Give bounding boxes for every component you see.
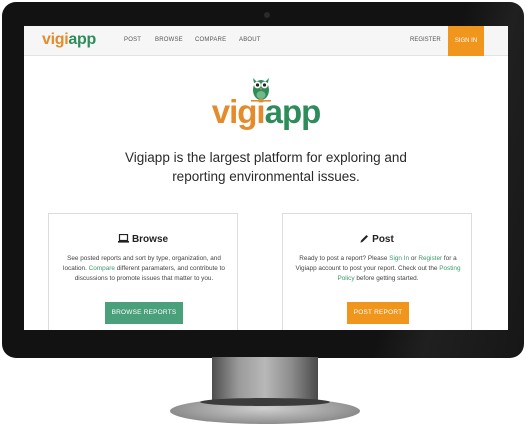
nav-logo[interactable]: vigiapp — [42, 31, 96, 49]
post-title-text: Post — [372, 234, 394, 245]
post-text-b: or — [409, 255, 419, 262]
nav-link-compare[interactable]: COMPARE — [195, 37, 226, 43]
nav-logo-vigi: vigi — [42, 31, 69, 48]
webcam-icon — [264, 12, 270, 18]
nav-logo-app: app — [68, 31, 96, 48]
post-card-title: Post — [283, 234, 471, 245]
browse-card: Browse See posted reports and sort by ty… — [48, 213, 238, 330]
compare-link[interactable]: Compare — [89, 265, 115, 272]
register-link[interactable]: REGISTER — [410, 37, 441, 43]
post-text-d: before getting started. — [354, 275, 419, 282]
navbar: vigiapp POST BROWSE COMPARE ABOUT REGIST… — [24, 26, 508, 56]
hero-logo: vigiapp — [202, 94, 330, 130]
pencil-icon — [360, 235, 369, 243]
monitor-stand-shadow — [200, 398, 330, 406]
hero-logo-vigi: vigi — [211, 93, 266, 130]
register-inline-link[interactable]: Register — [418, 255, 442, 262]
browse-description: See posted reports and sort by type, org… — [61, 254, 227, 284]
post-report-button[interactable]: POST REPORT — [347, 302, 409, 324]
tagline-line-1: Vigiapp is the largest platform for expl… — [125, 150, 407, 165]
screen: vigiapp POST BROWSE COMPARE ABOUT REGIST… — [24, 26, 508, 330]
monitor-frame: vigiapp POST BROWSE COMPARE ABOUT REGIST… — [2, 2, 524, 358]
stage: vigiapp POST BROWSE COMPARE ABOUT REGIST… — [0, 0, 528, 434]
tagline: Vigiapp is the largest platform for expl… — [94, 148, 438, 186]
nav-link-about[interactable]: ABOUT — [239, 37, 261, 43]
laptop-icon — [117, 233, 129, 243]
browse-title-text: Browse — [131, 234, 169, 245]
signin-button[interactable]: SIGN IN — [448, 26, 484, 56]
tagline-line-2: reporting environmental issues. — [172, 169, 360, 184]
nav-link-post[interactable]: POST — [124, 37, 141, 43]
browse-card-title: Browse — [49, 233, 237, 245]
post-card: Post Ready to post a report? Please Sign… — [282, 213, 472, 330]
browse-reports-button[interactable]: BROWSE REPORTS — [105, 302, 183, 324]
post-description: Ready to post a report? Please Sign In o… — [295, 254, 461, 284]
hero-logo-app: app — [264, 93, 322, 130]
nav-link-browse[interactable]: BROWSE — [155, 37, 183, 43]
signin-link[interactable]: Sign In — [389, 255, 409, 262]
post-text-a: Ready to post a report? Please — [299, 255, 390, 262]
